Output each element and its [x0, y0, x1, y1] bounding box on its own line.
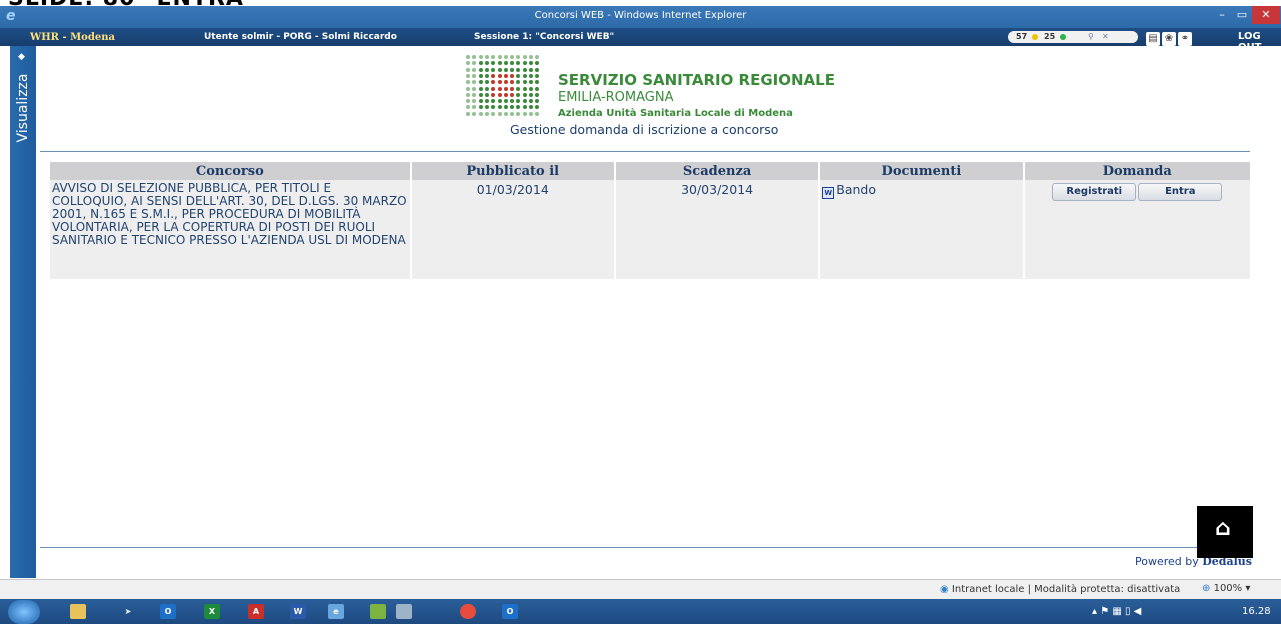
zoom-icon: ⊕: [1202, 583, 1211, 594]
concorsi-table: Concorso Pubblicato il Scadenza Document…: [48, 162, 1252, 279]
col-header-scadenza: Scadenza: [615, 162, 819, 180]
minimize-button[interactable]: –: [1212, 6, 1232, 24]
start-button[interactable]: [8, 600, 40, 624]
col-header-concorso: Concorso: [50, 162, 410, 180]
outlook-icon[interactable]: O: [160, 604, 176, 619]
cell-concorso: AVVISO DI SELEZIONE PUBBLICA, PER TITOLI…: [50, 180, 410, 279]
session-info: Sessione 1: "Concorsi WEB": [474, 32, 615, 42]
chrome-icon[interactable]: [460, 604, 476, 619]
divider-top: [40, 151, 1250, 152]
calculator-icon[interactable]: [396, 604, 412, 619]
word-icon[interactable]: W: [290, 604, 306, 619]
link-icon[interactable]: ⚭: [1178, 32, 1192, 46]
logo-icon: [466, 55, 542, 119]
search-icon[interactable]: ⚲: [1088, 32, 1094, 41]
taskbar-clock: 16.28: [1242, 606, 1271, 617]
globe-icon: ◉: [940, 584, 949, 595]
taskbar: ➤ O X A W e O ▴ ⚑ ▦ ▯ ◀ 16.28: [0, 599, 1281, 624]
side-panel-tab[interactable]: ◆ Visualizza: [10, 46, 36, 578]
close-button[interactable]: ✕: [1252, 6, 1280, 24]
outlook-icon-2[interactable]: O: [502, 604, 518, 619]
side-panel-label: Visualizza: [15, 73, 31, 143]
entra-button[interactable]: Entra: [1138, 183, 1223, 201]
arrow-app-icon[interactable]: ➤: [120, 604, 136, 619]
app-header-bar: WHR - Modena Utente solmir - PORG - Solm…: [0, 28, 1281, 53]
cell-scadenza: 30/03/2014: [615, 180, 819, 279]
chevron-down-icon: ▾: [1245, 583, 1251, 594]
divider-bottom: [40, 547, 1250, 548]
site-name: WHR - Modena: [30, 32, 115, 43]
security-zone-text: Intranet locale | Modalità protetta: dis…: [951, 584, 1181, 595]
count-green: 25: [1044, 32, 1056, 41]
col-header-domanda: Domanda: [1024, 162, 1250, 180]
col-header-pubblicato: Pubblicato il: [411, 162, 614, 180]
system-tray[interactable]: ▴ ⚑ ▦ ▯ ◀: [1092, 606, 1141, 617]
registrati-button[interactable]: Registrati: [1052, 183, 1137, 201]
green-dot-icon: [1060, 34, 1066, 40]
yellow-dot-icon: [1032, 34, 1038, 40]
window-titlebar: e Concorsi WEB - Windows Internet Explor…: [0, 6, 1281, 28]
org-name-line1: SERVIZIO SANITARIO REGIONALE: [558, 71, 835, 89]
security-zone[interactable]: ◉ Intranet locale | Modalità protetta: d…: [940, 584, 1180, 595]
accessibility-icon: ⌂: [1215, 516, 1231, 541]
user-info: Utente solmir - PORG - Solmi Riccardo: [204, 32, 397, 42]
app-icon[interactable]: [370, 604, 386, 619]
page-subtitle: Gestione domanda di iscrizione a concors…: [510, 122, 779, 137]
arrow-right-icon: ◆: [18, 52, 25, 62]
org-name-line3: Azienda Unità Sanitaria Locale di Modena: [558, 108, 793, 119]
cell-documenti: W Bando: [820, 180, 1023, 279]
excel-icon[interactable]: X: [204, 604, 220, 619]
col-header-documenti: Documenti: [820, 162, 1023, 180]
count-yellow: 57: [1016, 32, 1028, 41]
clear-icon[interactable]: ✕: [1102, 32, 1109, 41]
zoom-level: 100%: [1213, 583, 1243, 594]
zoom-control[interactable]: ⊕ 100% ▾: [1202, 583, 1250, 594]
table-row: AVVISO DI SELEZIONE PUBBLICA, PER TITOLI…: [50, 180, 1250, 279]
window-title: Concorsi WEB - Windows Internet Explorer: [534, 10, 747, 21]
status-bar: ◉ Intranet locale | Modalità protetta: d…: [0, 579, 1281, 600]
maximize-button[interactable]: ▭: [1232, 6, 1252, 24]
internet-explorer-icon[interactable]: e: [328, 604, 344, 619]
document-icon[interactable]: ▤: [1146, 32, 1160, 46]
explorer-icon[interactable]: [70, 604, 86, 619]
notification-pill[interactable]: 57 25 ⚲ ✕: [1008, 31, 1138, 43]
cell-pubblicato: 01/03/2014: [411, 180, 614, 279]
cell-domanda: Registrati Entra: [1024, 180, 1250, 279]
logout-button[interactable]: LOG OUT: [1238, 31, 1281, 53]
acrobat-icon[interactable]: A: [248, 604, 264, 619]
word-document-icon: W: [822, 187, 835, 199]
users-icon[interactable]: ❀: [1162, 32, 1176, 46]
bando-link[interactable]: Bando: [836, 182, 876, 197]
org-name-line2: EMILIA-ROMAGNA: [558, 90, 674, 105]
accessibility-badge[interactable]: ⌂: [1197, 506, 1253, 558]
powered-prefix: Powered by: [1135, 555, 1199, 568]
